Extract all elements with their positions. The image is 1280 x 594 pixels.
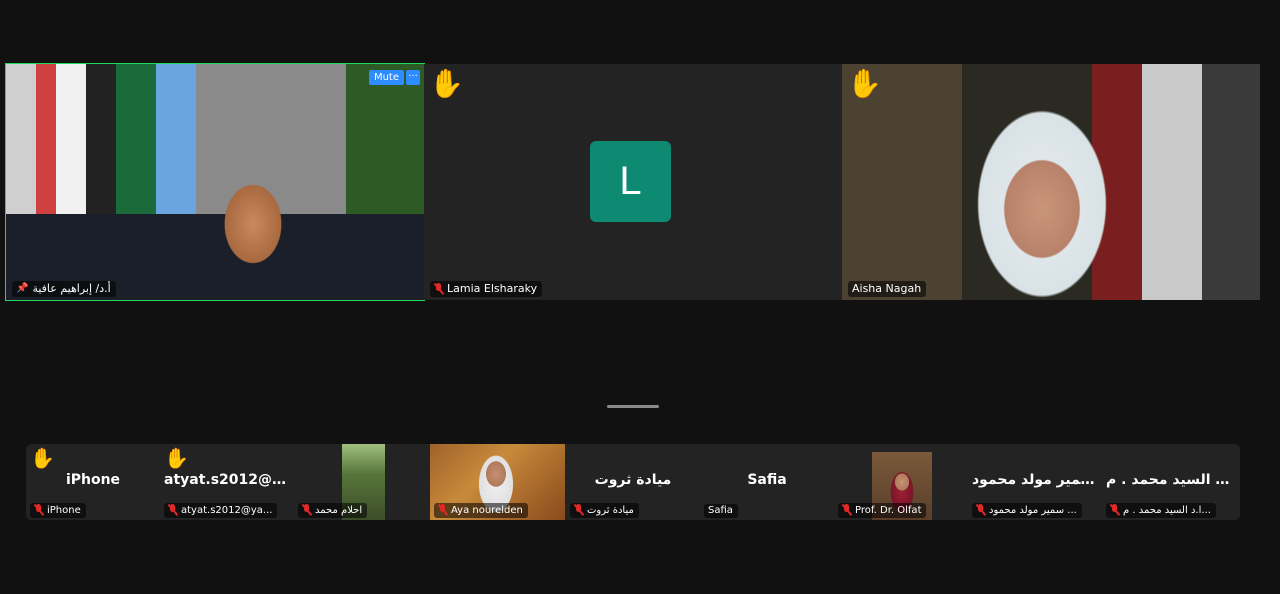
participant-display-name: Safia (747, 472, 787, 488)
pin-icon: 📌 (16, 283, 29, 294)
mic-muted-icon (1110, 504, 1119, 516)
strip-tile-aya[interactable]: Aya nourelden (430, 444, 564, 520)
participant-strip: ✋ iPhone iPhone ✋ atyat.s2012@ya... atya… (26, 444, 1240, 520)
mic-muted-icon (438, 504, 447, 516)
participant-name: Prof. Dr. Olfat (855, 504, 922, 516)
mic-muted-icon (168, 504, 177, 516)
mic-muted-icon (574, 504, 583, 516)
participant-name: Aisha Nagah (852, 282, 922, 295)
participant-name: iPhone (47, 504, 81, 516)
participant-name-tag: Aya nourelden (434, 503, 528, 518)
participant-name-tag: Lamia Elsharaky (430, 281, 543, 297)
participant-display-name: iPhone (65, 472, 121, 488)
participant-name-tag: ميادة ثروت (570, 503, 639, 518)
strip-tile-iphone[interactable]: ✋ iPhone iPhone (26, 444, 160, 520)
participant-name: atyat.s2012@ya... (181, 504, 273, 516)
participant-video (6, 64, 424, 300)
raised-hand-icon: ✋ (30, 446, 55, 470)
participant-name-tag: atyat.s2012@ya... (164, 503, 278, 518)
participant-display-name: سمير مولد محمود... (972, 472, 1102, 488)
participant-name: ميادة ثروت (587, 504, 634, 516)
participant-name-tag: احلام محمد (298, 503, 368, 518)
strip-tile-mayada[interactable]: ميادة ثروت ميادة ثروت (566, 444, 700, 520)
strip-tile-atyat[interactable]: ✋ atyat.s2012@ya... atyat.s2012@ya... (160, 444, 294, 520)
mic-muted-icon (842, 504, 851, 516)
participant-name: Lamia Elsharaky (447, 282, 538, 295)
resize-handle[interactable] (607, 405, 659, 408)
video-tile-ibrahim[interactable]: Mute ··· 📌 أ.د/ إبراهيم عافية (5, 63, 425, 301)
participant-name-tag: ا.د السيد محمد . م... (1106, 503, 1216, 518)
participant-name: احلام محمد (315, 504, 363, 516)
participant-name: Safia (708, 505, 733, 516)
participant-name-tag: Aisha Nagah (848, 281, 927, 297)
more-options-button[interactable]: ··· (406, 70, 420, 85)
participant-name: سمير مولد محمود ... (989, 504, 1077, 516)
participant-display-name: ميادة ثروت (594, 472, 672, 488)
raised-hand-icon: ✋ (429, 67, 464, 100)
strip-tile-safia[interactable]: Safia Safia (700, 444, 834, 520)
mic-muted-icon (302, 504, 311, 516)
participant-name-tag: iPhone (30, 503, 86, 518)
strip-tile-elsayed[interactable]: ا.د السيد محمد . م... ا.د السيد محمد . م… (1102, 444, 1236, 520)
participant-display-name: ا.د السيد محمد . م... (1106, 472, 1236, 488)
participant-name: ا.د السيد محمد . م... (1123, 504, 1211, 516)
video-tile-lamia[interactable]: ✋ L Lamia Elsharaky (424, 64, 842, 300)
participant-name-tag: Prof. Dr. Olfat (838, 503, 927, 518)
mute-button[interactable]: Mute (368, 70, 404, 85)
raised-hand-icon: ✋ (164, 446, 189, 470)
mic-muted-icon (976, 504, 985, 516)
raised-hand-icon: ✋ (847, 67, 882, 100)
mic-muted-icon (434, 282, 443, 295)
strip-tile-olfat[interactable]: Prof. Dr. Olfat (834, 444, 968, 520)
strip-tile-ahlam[interactable]: احلام محمد (294, 444, 428, 520)
participant-display-name: atyat.s2012@ya... (164, 472, 294, 488)
participant-name-tag: سمير مولد محمود ... (972, 503, 1082, 518)
participant-name-tag: Safia (704, 504, 738, 518)
strip-tile-samir[interactable]: سمير مولد محمود... سمير مولد محمود ... (968, 444, 1102, 520)
participant-video (842, 64, 1260, 300)
avatar: L (590, 141, 671, 222)
participant-name-tag: 📌 أ.د/ إبراهيم عافية (12, 281, 116, 297)
video-tile-aisha[interactable]: ✋ Aisha Nagah (842, 64, 1260, 300)
participant-name: أ.د/ إبراهيم عافية (32, 282, 111, 295)
participant-name: Aya nourelden (451, 504, 523, 516)
mic-muted-icon (34, 504, 43, 516)
